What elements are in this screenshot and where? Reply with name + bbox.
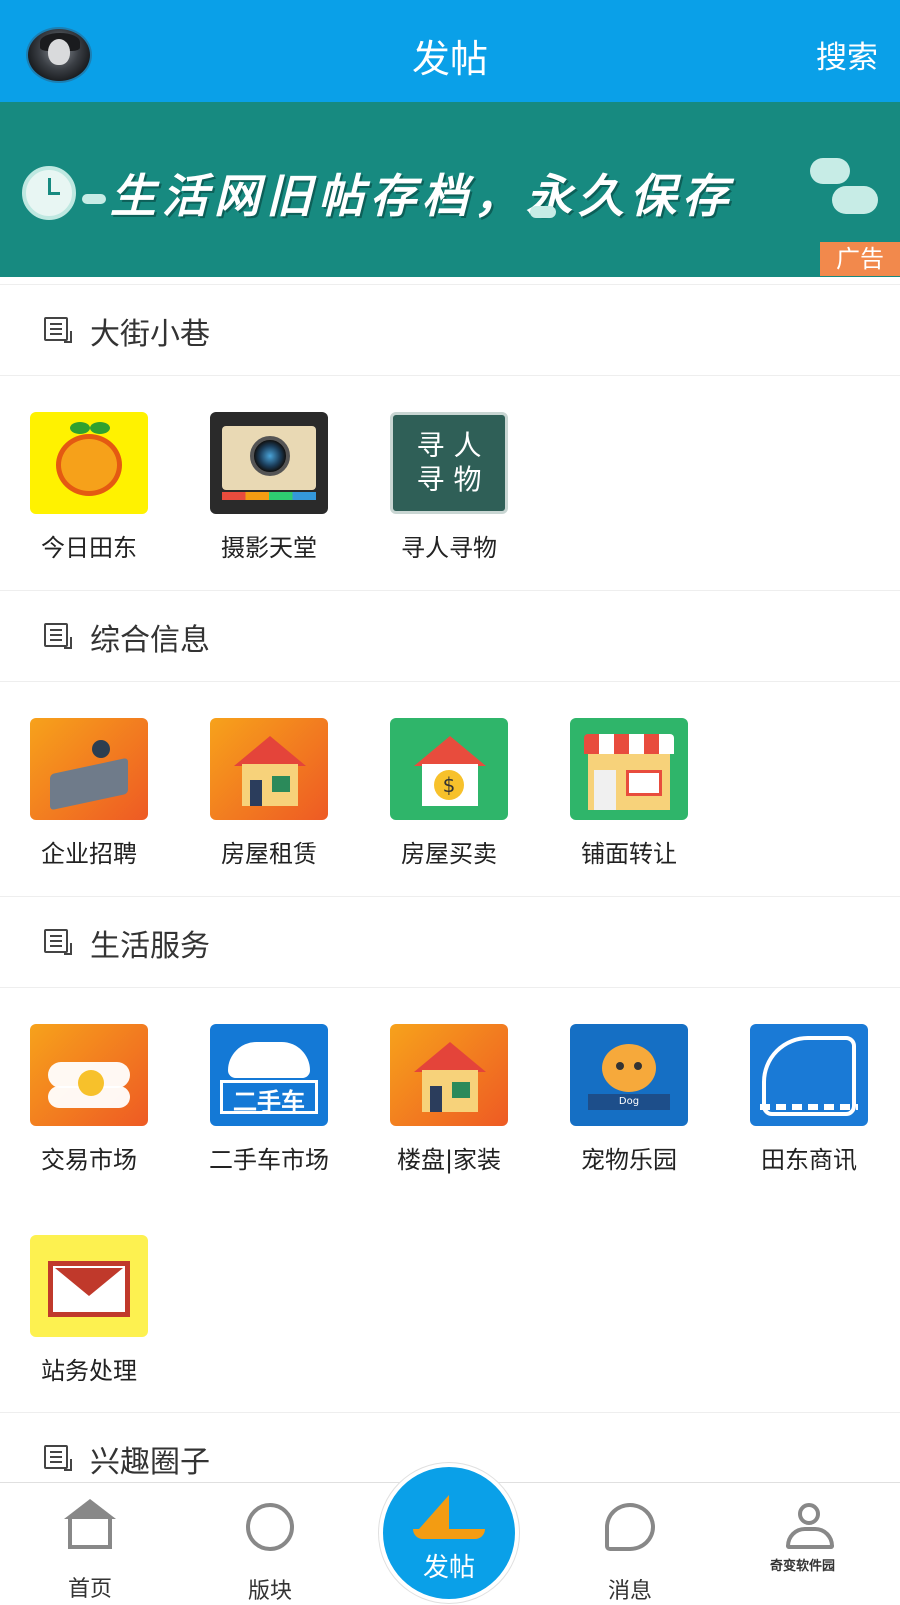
tile-label: 寻人寻物 [401, 534, 497, 562]
section-title: 兴趣圈子 [90, 1445, 210, 1480]
office-icon [30, 718, 148, 820]
tile-label: 宠物乐园 [581, 1146, 677, 1174]
forum-tile[interactable]: 寻 人 寻 物 寻人寻物 [374, 412, 524, 563]
icon-text: 寻 人 寻 物 [416, 429, 482, 496]
tile-label: 楼盘|家装 [396, 1146, 502, 1174]
forum-tile[interactable]: 今日田东 [14, 412, 164, 563]
post-label: 发帖 [422, 1553, 475, 1583]
tile-label: 企业招聘 [41, 840, 137, 868]
tile-label: 田东商讯 [761, 1146, 857, 1174]
tile-label: 交易市场 [41, 1146, 137, 1174]
forum-icon [44, 623, 72, 649]
house-icon [390, 1024, 508, 1126]
shop-icon [570, 718, 688, 820]
tile-label: 房屋租赁 [221, 840, 317, 868]
forum-tile[interactable]: 交易市场 [14, 1024, 164, 1175]
nav-label: 首页 [67, 1577, 112, 1602]
forum-tile[interactable]: 企业招聘 [14, 718, 164, 869]
forum-tile[interactable]: 房屋租赁 [194, 718, 344, 869]
section-header: 大街小巷 [0, 284, 900, 376]
cloud-download-icon [810, 158, 850, 184]
user-icon [782, 1503, 838, 1551]
car-icon: 二手车 [210, 1024, 328, 1126]
house-sale-icon: $ [390, 718, 508, 820]
fishing-icon [750, 1024, 868, 1126]
dog-icon: Dog [570, 1024, 688, 1126]
forum-tile[interactable]: $ 房屋买卖 [374, 718, 524, 869]
section-title: 生活服务 [90, 929, 210, 964]
chat-icon [605, 1503, 655, 1551]
tile-label: 房屋买卖 [401, 840, 497, 868]
icon-text: Dog [588, 1094, 670, 1110]
tile-label: 站务处理 [41, 1357, 137, 1385]
forum-icon [44, 317, 72, 343]
clock-icon [22, 166, 76, 220]
home-icon [64, 1499, 116, 1549]
nav-label: 消息 [607, 1579, 652, 1604]
tile-label: 铺面转让 [581, 840, 677, 868]
top-bar: 发帖 搜索 [0, 0, 900, 102]
mail-icon [30, 1235, 148, 1337]
forum-tile[interactable]: 田东商讯 [734, 1024, 884, 1175]
forum-tile[interactable]: 摄影天堂 [194, 412, 344, 563]
forum-tile[interactable]: 站务处理 [14, 1235, 164, 1386]
house-icon [210, 718, 328, 820]
tile-label: 今日田东 [41, 534, 137, 562]
watermark: 奇变软件园 [770, 1559, 836, 1574]
icon-text: 二手车 [233, 1088, 305, 1116]
section-title: 大街小巷 [90, 317, 210, 352]
nav-boards[interactable]: 版块 [210, 1503, 330, 1605]
lost-found-icon: 寻 人 寻 物 [390, 412, 508, 514]
tile-label: 二手车市场 [209, 1146, 329, 1174]
post-button[interactable]: 发帖 [383, 1467, 515, 1599]
tile-label: 摄影天堂 [221, 534, 317, 562]
forum-tile[interactable]: 楼盘|家装 [374, 1024, 524, 1175]
section-header: 综合信息 [0, 590, 900, 682]
nav-messages[interactable]: 消息 [570, 1503, 690, 1605]
section-header: 生活服务 [0, 896, 900, 988]
forum-tile[interactable]: 二手车 二手车市场 [194, 1024, 344, 1175]
section-title: 综合信息 [90, 623, 210, 658]
forum-icon [44, 929, 72, 955]
forum-tile[interactable]: Dog 宠物乐园 [554, 1024, 704, 1175]
page-title: 发帖 [411, 37, 488, 81]
mango-icon [30, 412, 148, 514]
forum-icon [44, 1445, 72, 1471]
search-button[interactable]: 搜索 [816, 32, 878, 77]
nav-home[interactable]: 首页 [30, 1499, 150, 1603]
nav-label: 版块 [247, 1579, 292, 1604]
handshake-coin-icon [30, 1024, 148, 1126]
cloud-icon [82, 194, 106, 204]
forum-tile[interactable]: 铺面转让 [554, 718, 704, 869]
ad-badge: 广告 [820, 242, 900, 276]
cloud-icon [832, 186, 878, 214]
sailboat-icon [419, 1495, 449, 1529]
camera-icon [210, 412, 328, 514]
compass-icon [246, 1503, 294, 1551]
cloud-upload-icon [530, 206, 556, 218]
banner-text: 生活网旧帖存档，永久保存 [110, 169, 734, 223]
ad-banner[interactable]: 生活网旧帖存档，永久保存 广告 [0, 102, 900, 277]
